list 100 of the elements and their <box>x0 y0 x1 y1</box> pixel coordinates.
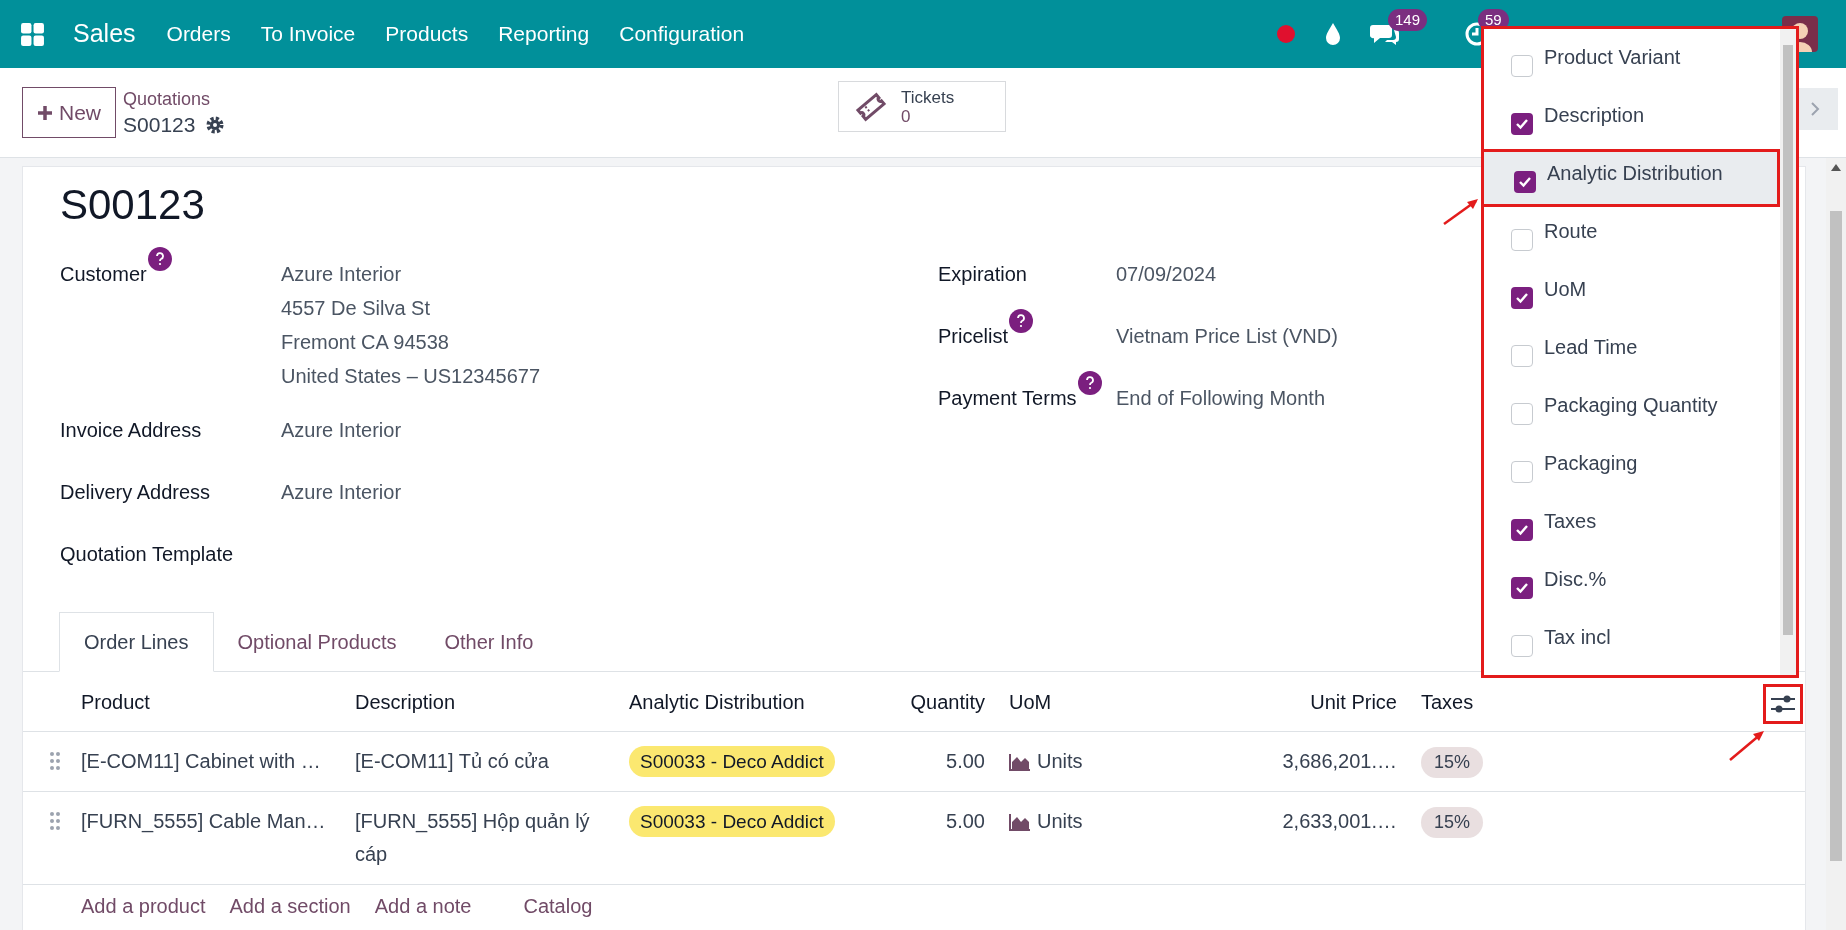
chart-area-icon[interactable] <box>1009 752 1031 771</box>
add-line-link[interactable]: Add a product <box>81 891 206 921</box>
drop-icon[interactable] <box>1324 22 1342 46</box>
field-value: End of Following Month <box>1116 386 1325 411</box>
column-header[interactable]: Quantity <box>857 686 997 717</box>
field-label: Delivery Address <box>60 481 211 503</box>
checkbox[interactable] <box>1511 229 1533 251</box>
column-settings-button[interactable] <box>1763 684 1803 724</box>
tax-tag: 15% <box>1421 807 1484 838</box>
column-option[interactable]: Disc.% <box>1484 555 1780 613</box>
help-icon[interactable] <box>1077 371 1102 395</box>
checkbox[interactable] <box>1511 345 1533 367</box>
help-icon[interactable] <box>147 247 172 271</box>
scrollbar-thumb[interactable] <box>1783 45 1793 635</box>
tab[interactable]: Order Lines <box>59 612 214 672</box>
checkbox[interactable] <box>1511 635 1533 657</box>
field-label: Invoice Address <box>60 419 202 441</box>
menu-item[interactable]: Products <box>370 18 484 50</box>
column-option[interactable]: Lead Time <box>1484 323 1780 381</box>
analytic-tag: S00033 - Deco Addict <box>629 806 835 837</box>
app-name[interactable]: Sales <box>73 15 136 53</box>
menu-item[interactable]: Orders <box>151 18 246 50</box>
add-line-link[interactable]: Add a section <box>229 891 351 921</box>
breadcrumb-link[interactable]: Quotations <box>123 86 226 111</box>
chart-area-icon[interactable] <box>1009 812 1031 831</box>
chevron-right-icon <box>1810 101 1820 117</box>
table-cell-text: Units <box>1037 749 1083 774</box>
checkbox[interactable] <box>1514 171 1536 193</box>
column-option[interactable]: Tax incl <box>1484 613 1780 671</box>
field-value: 4557 De Silva St <box>281 296 431 321</box>
checkbox[interactable] <box>1511 577 1533 599</box>
recording-dot-icon[interactable] <box>1276 24 1296 44</box>
gear-icon[interactable] <box>205 114 226 135</box>
annotation-arrow <box>1442 196 1480 226</box>
table-cell: [E-COM11] Tủ có cửa <box>355 750 549 772</box>
add-line-link[interactable]: Catalog <box>523 891 593 921</box>
column-header[interactable]: UoM <box>997 686 1117 717</box>
column-option[interactable]: Product Variant <box>1484 33 1780 91</box>
checkbox[interactable] <box>1511 113 1533 135</box>
column-header[interactable]: Analytic Distribution <box>617 686 857 717</box>
plus-icon <box>37 104 53 121</box>
menu-item[interactable]: Configuration <box>604 18 760 50</box>
field-label: Expiration <box>938 263 1027 285</box>
field-value: 07/09/2024 <box>1116 262 1217 287</box>
tab[interactable]: Other Info <box>420 612 558 671</box>
column-option[interactable]: UoM <box>1484 265 1780 323</box>
column-option[interactable]: Packaging <box>1484 439 1780 497</box>
table-cell: 3,686,201.… <box>1282 750 1397 772</box>
tickets-smart-button[interactable]: Tickets 0 <box>838 81 1006 132</box>
checkbox[interactable] <box>1511 287 1533 309</box>
check-icon <box>1515 524 1529 536</box>
tickets-count: 0 <box>901 106 911 126</box>
sliders-icon <box>1770 693 1796 715</box>
add-line-link[interactable]: Add a note <box>374 891 472 921</box>
column-option[interactable]: Description <box>1484 91 1780 149</box>
field-label: Pricelist <box>938 325 1008 347</box>
tab[interactable]: Optional Products <box>213 612 421 671</box>
field-value: Azure Interior <box>281 262 403 287</box>
table-cell: [FURN_5555] Cable Man… <box>81 810 326 832</box>
field-label: Payment Terms <box>938 387 1077 409</box>
checkbox[interactable] <box>1511 519 1533 541</box>
table-cell: 5.00 <box>946 750 985 772</box>
checkbox[interactable] <box>1511 403 1533 425</box>
checkbox[interactable] <box>1511 461 1533 483</box>
check-icon <box>1515 292 1529 304</box>
table-cell: [E-COM11] Cabinet with … <box>81 750 321 772</box>
tax-tag: 15% <box>1421 747 1484 778</box>
column-option[interactable]: Analytic Distribution <box>1481 149 1780 207</box>
column-header[interactable]: Description <box>343 686 617 717</box>
record-title: S00123 <box>60 180 205 230</box>
tickets-label: Tickets <box>901 87 955 107</box>
menu-item[interactable]: To Invoice <box>245 18 371 50</box>
table-cell: [FURN_5555] Hộp quản lý cáp <box>355 810 590 865</box>
field-value: United States – US12345677 <box>281 364 541 389</box>
field-value: Fremont CA 94538 <box>281 330 450 355</box>
field-value: Azure Interior <box>281 480 402 505</box>
column-header[interactable]: Product <box>69 686 343 717</box>
column-header[interactable]: Unit Price <box>1117 686 1409 717</box>
drag-handle-icon[interactable] <box>49 811 61 831</box>
check-icon <box>1515 118 1529 130</box>
column-option[interactable]: Route <box>1484 207 1780 265</box>
record-name: S00123 <box>123 111 196 138</box>
checkbox[interactable] <box>1511 55 1533 77</box>
new-button[interactable]: New <box>22 87 116 138</box>
annotation-arrow <box>1728 728 1766 762</box>
scrollbar-thumb[interactable] <box>1830 211 1842 861</box>
column-option[interactable]: Packaging Quantity <box>1484 381 1780 439</box>
column-header[interactable]: Taxes <box>1409 686 1499 717</box>
field-value: Azure Interior <box>281 418 402 443</box>
help-icon[interactable] <box>1009 309 1033 333</box>
check-icon <box>1518 176 1532 188</box>
field-value: Vietnam Price List (VND) <box>1116 324 1338 349</box>
app-grid-icon[interactable] <box>20 21 45 47</box>
table-cell: 5.00 <box>946 810 985 832</box>
check-icon <box>1515 582 1529 594</box>
scroll-up-icon[interactable] <box>1831 164 1841 171</box>
analytic-tag: S00033 - Deco Addict <box>629 746 835 777</box>
column-option[interactable]: Taxes <box>1484 497 1780 555</box>
menu-item[interactable]: Reporting <box>483 18 605 50</box>
drag-handle-icon[interactable] <box>49 751 61 771</box>
